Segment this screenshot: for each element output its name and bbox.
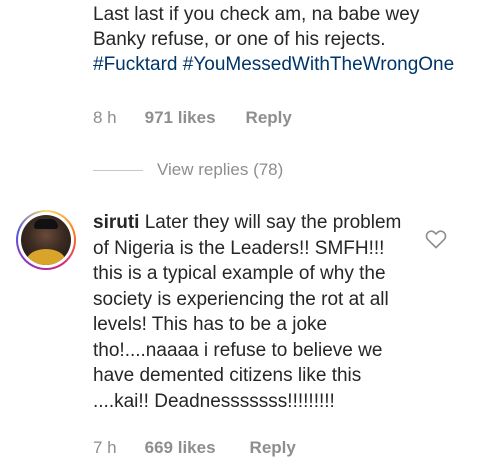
view-replies-label: View replies (78)	[157, 160, 284, 179]
reply-button[interactable]: Reply	[250, 438, 296, 458]
comment-body: Last last if you check am, na babe wey B…	[93, 2, 463, 77]
likes-count[interactable]: 669 likes	[145, 438, 216, 458]
user-avatar-icon	[21, 215, 71, 265]
heart-outline-icon[interactable]	[425, 229, 447, 249]
comment-timestamp: 8 h	[93, 108, 117, 127]
comment-meta: 7 h 669 likes Reply	[93, 438, 296, 458]
likes-count[interactable]: 971 likes	[145, 108, 216, 128]
replies-divider	[93, 169, 143, 171]
comment-text: Later they will say the problem of Niger…	[93, 212, 402, 412]
comment-text: Last last if you check am, na babe wey B…	[93, 4, 420, 50]
avatar-ring	[18, 212, 74, 268]
reply-button[interactable]: Reply	[246, 108, 292, 128]
hashtag-link[interactable]: #Fucktard	[93, 54, 177, 75]
username-link[interactable]: siruti	[93, 212, 139, 233]
avatar[interactable]	[16, 210, 76, 270]
comment-timestamp: 7 h	[93, 438, 117, 457]
comment-meta: 8 h 971 likes Reply	[93, 108, 292, 128]
hashtag-link[interactable]: #YouMessedWithTheWrongOne	[183, 54, 454, 75]
comment-body: siruti Later they will say the problem o…	[93, 210, 415, 414]
view-replies-button[interactable]: View replies (78)	[93, 160, 283, 180]
